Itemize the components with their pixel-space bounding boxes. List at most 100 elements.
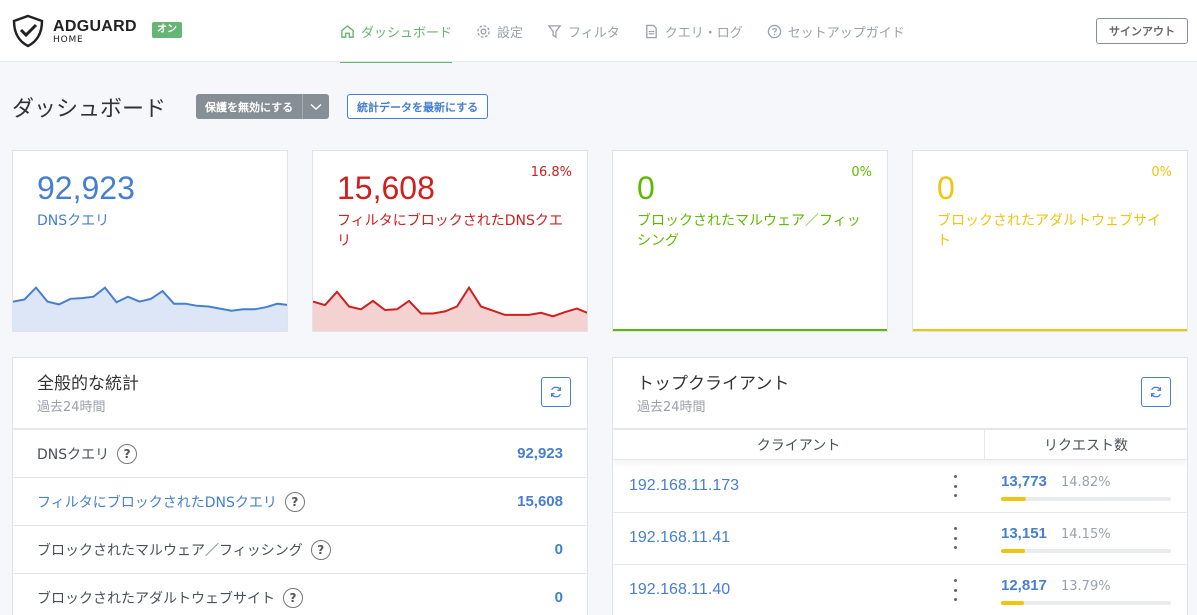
- help-icon[interactable]: ?: [284, 492, 305, 512]
- gear-icon: [477, 24, 490, 38]
- help-icon[interactable]: ?: [310, 540, 331, 560]
- nav-settings[interactable]: 設定: [476, 0, 523, 62]
- table-row: 192.168.11.40 12,817 13.79%: [613, 565, 1187, 615]
- row-label-text: DNSクエリ: [37, 447, 110, 463]
- sparkline-chart: [13, 286, 287, 331]
- nav-setup-guide-label: セットアップガイド: [787, 25, 905, 41]
- signout-button[interactable]: サインアウト: [1096, 18, 1188, 44]
- table-header: クライアント リクエスト数: [613, 430, 1187, 460]
- panel-title: 全般的な統計: [37, 374, 139, 394]
- stat-value: 92,923: [37, 170, 135, 206]
- filter-icon: [547, 24, 562, 38]
- stat-row-label: フィルタにブロックされたDNSクエリ?: [37, 492, 305, 512]
- stat-percent: 16.8%: [530, 165, 572, 180]
- stat-row-value: 15,608: [517, 493, 563, 510]
- client-ip-link[interactable]: 192.168.11.41: [629, 529, 730, 547]
- request-percent: 14.82%: [1061, 475, 1111, 490]
- request-progress-bar: [1001, 601, 1171, 605]
- request-percent: 14.15%: [1061, 527, 1111, 542]
- column-header-requests[interactable]: リクエスト数: [985, 430, 1187, 460]
- refresh-stats-button[interactable]: 統計データを最新にする: [347, 94, 489, 119]
- nav-query-log-label: クエリ・ログ: [664, 25, 743, 41]
- refresh-top-clients-button[interactable]: [1141, 377, 1171, 407]
- stat-row-label: ブロックされたアダルトウェブサイト?: [37, 588, 303, 608]
- panel-subtitle: 過去24時間: [37, 400, 106, 415]
- main-nav: ダッシュボード 設定 フィルタ クエリ・ログ セットアップガイド: [340, 0, 929, 63]
- progress-fill: [1001, 549, 1026, 553]
- request-count: 13,773: [1001, 473, 1047, 490]
- stat-row-value: 0: [554, 589, 563, 606]
- stat-card-blocked-filters: 15,608 フィルタにブロックされたDNSクエリ 16.8%: [312, 150, 588, 332]
- general-stats-row: ブロックされたアダルトウェブサイト? 0: [13, 574, 587, 615]
- refresh-icon: [551, 386, 561, 398]
- disable-protection-button[interactable]: 保護を無効にする: [196, 94, 303, 119]
- row-label-text: ブロックされたアダルトウェブサイト: [37, 591, 275, 607]
- nav-filters-label: フィルタ: [568, 25, 620, 41]
- request-count: 12,817: [1001, 577, 1047, 594]
- stat-label: フィルタにブロックされたDNSクエリ: [337, 213, 563, 249]
- stat-row-label: ブロックされたマルウェア／フィッシング?: [37, 540, 331, 560]
- stat-card-adult: 0 ブロックされたアダルトウェブサイト 0%: [912, 150, 1188, 332]
- row-label-link[interactable]: フィルタにブロックされたDNSクエリ: [37, 492, 277, 512]
- stat-card-dns-queries: 92,923 DNSクエリ: [12, 150, 288, 332]
- nav-dashboard[interactable]: ダッシュボード: [340, 0, 453, 63]
- document-icon: [645, 24, 657, 38]
- row-label-text: ブロックされたマルウェア／フィッシング: [37, 543, 303, 559]
- nav-dashboard-label: ダッシュボード: [361, 25, 453, 41]
- nav-settings-label: 設定: [497, 25, 524, 41]
- protection-dropdown-toggle[interactable]: [302, 94, 330, 119]
- help-icon[interactable]: ?: [283, 588, 303, 608]
- help-circle-icon: [767, 24, 782, 38]
- stat-percent: 0%: [1151, 165, 1172, 180]
- request-percent: 13.79%: [1061, 579, 1111, 594]
- request-count: 13,151: [1001, 525, 1047, 542]
- stat-row-value: 0: [554, 541, 563, 558]
- stat-label: ブロックされたマルウェア／フィッシング: [637, 213, 861, 249]
- page-title: ダッシュボード: [12, 97, 167, 122]
- general-stats-row: DNSクエリ? 92,923: [13, 430, 587, 478]
- nav-setup-guide[interactable]: セットアップガイド: [767, 0, 905, 62]
- sparkline-baseline: [913, 329, 1187, 331]
- general-stats-panel: 全般的な統計 過去24時間 DNSクエリ? 92,923 フィルタにブロックされ…: [12, 357, 588, 615]
- sparkline-chart: [313, 285, 587, 331]
- disable-protection-group: 保護を無効にする: [196, 94, 330, 119]
- more-vertical-icon[interactable]: [949, 579, 961, 601]
- protection-status-badge: オン: [152, 22, 182, 38]
- stat-percent: 0%: [851, 165, 872, 180]
- general-stats-row: フィルタにブロックされたDNSクエリ? 15,608: [13, 478, 587, 526]
- client-ip-link[interactable]: 192.168.11.40: [629, 581, 730, 599]
- home-icon: [341, 24, 354, 38]
- chevron-down-icon: [310, 103, 322, 110]
- panel-title: トップクライアント: [637, 374, 790, 394]
- adguard-logo[interactable]: ADGUARD HOME: [11, 14, 137, 48]
- stat-card-malware: 0 ブロックされたマルウェア／フィッシング 0%: [612, 150, 888, 332]
- sparkline-baseline: [613, 329, 887, 331]
- request-progress-bar: [1001, 549, 1171, 553]
- stat-value: 0: [937, 170, 955, 206]
- progress-fill: [1001, 601, 1025, 605]
- nav-query-log[interactable]: クエリ・ログ: [644, 0, 743, 62]
- panel-subtitle: 過去24時間: [637, 400, 706, 415]
- stat-value: 0: [637, 170, 655, 206]
- nav-filters[interactable]: フィルタ: [547, 0, 620, 62]
- stat-row-value: 92,923: [517, 445, 563, 462]
- brand-name: ADGUARD: [53, 17, 137, 35]
- top-clients-panel: トップクライアント 過去24時間 クライアント リクエスト数 192.168.1…: [612, 357, 1188, 615]
- refresh-general-stats-button[interactable]: [541, 377, 571, 407]
- stat-row-label: DNSクエリ?: [37, 444, 138, 464]
- more-vertical-icon[interactable]: [949, 475, 961, 497]
- stat-value: 15,608: [337, 170, 435, 206]
- client-ip-link[interactable]: 192.168.11.173: [629, 477, 739, 495]
- help-icon[interactable]: ?: [117, 444, 138, 464]
- request-progress-bar: [1001, 497, 1171, 501]
- general-stats-row: ブロックされたマルウェア／フィッシング? 0: [13, 526, 587, 574]
- table-row: 192.168.11.173 13,773 14.82%: [613, 461, 1187, 513]
- stat-label: ブロックされたアダルトウェブサイト: [937, 213, 1161, 249]
- top-header: ADGUARD HOME オン ダッシュボード 設定 フィルタ クエリ・ログ セ…: [0, 0, 1197, 63]
- shield-check-icon: [12, 14, 44, 48]
- column-header-client[interactable]: クライアント: [613, 430, 985, 460]
- refresh-icon: [1151, 386, 1161, 398]
- table-row: 192.168.11.41 13,151 14.15%: [613, 513, 1187, 565]
- brand-sub: HOME: [53, 34, 84, 45]
- more-vertical-icon[interactable]: [949, 527, 961, 549]
